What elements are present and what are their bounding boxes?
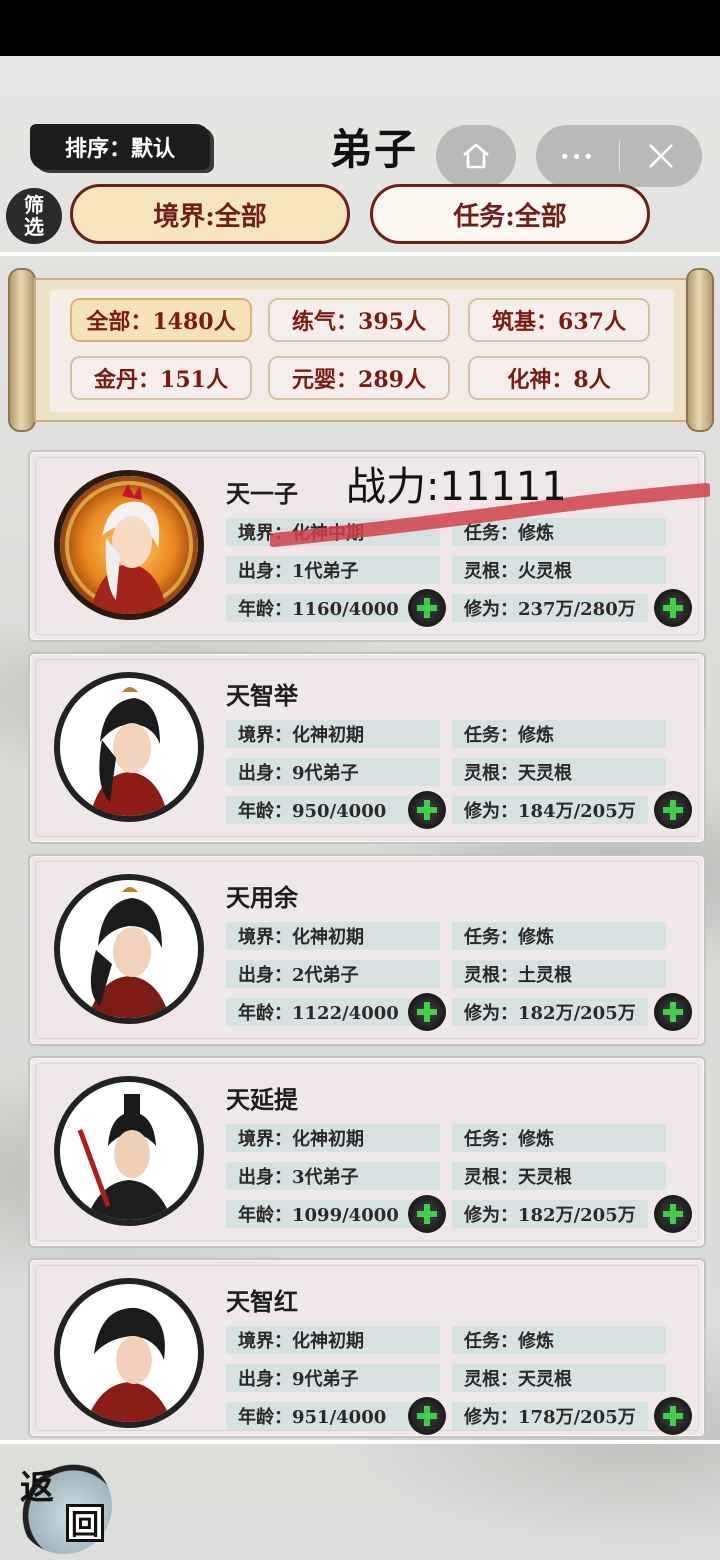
- age-field: 年龄：1160/4000: [226, 594, 412, 622]
- spirit-root-field: 灵根：土灵根: [452, 960, 666, 988]
- origin-field: 出身：1代弟子: [226, 556, 440, 584]
- home-icon: [463, 143, 489, 169]
- disciple-avatar: [54, 672, 204, 822]
- disciple-avatar: [54, 470, 204, 620]
- disciple-card[interactable]: 天智举 境界：化神初期 任务：修炼 出身：9代弟子 灵根：天灵根 年龄：950/…: [28, 652, 706, 844]
- plus-icon: [663, 1204, 683, 1224]
- cultivation-add-button[interactable]: [654, 791, 692, 829]
- stat-huashen[interactable]: 化神：8人: [468, 356, 650, 400]
- age-field: 年龄：1099/4000: [226, 1200, 412, 1228]
- scroll-rod-right: [686, 268, 714, 432]
- filter-label-bottom: 选: [24, 215, 44, 239]
- close-button[interactable]: [620, 141, 702, 171]
- task-field: 任务：修炼: [452, 1124, 666, 1152]
- task-field: 任务：修炼: [452, 720, 666, 748]
- realm-stats-scroll: 全部：1480人 练气：395人 筑基：637人 金丹：151人 元婴：289人…: [8, 268, 714, 432]
- cultivation-add-button[interactable]: [654, 1195, 692, 1233]
- filter-button[interactable]: 筛 选: [6, 188, 62, 244]
- scroll-paper: 全部：1480人 练气：395人 筑基：637人 金丹：151人 元婴：289人…: [34, 278, 688, 422]
- plus-icon: [417, 1406, 437, 1426]
- disciple-avatar: [54, 1278, 204, 1428]
- plus-icon: [417, 1002, 437, 1022]
- back-button[interactable]: 返 回: [16, 1458, 112, 1554]
- age-add-button[interactable]: [408, 1195, 446, 1233]
- realm-field: 境界：化神初期: [226, 1124, 440, 1152]
- cultivation-add-button[interactable]: [654, 589, 692, 627]
- close-icon: [648, 144, 673, 168]
- cultivation-field: 修为：178万/205万: [452, 1402, 648, 1430]
- age-field: 年龄：951/4000: [226, 1402, 412, 1430]
- disciple-card[interactable]: 天延提 境界：化神初期 任务：修炼 出身：3代弟子 灵根：天灵根 年龄：1099…: [28, 1056, 706, 1248]
- cultivation-add-button[interactable]: [654, 993, 692, 1031]
- stat-all[interactable]: 全部：1480人: [70, 298, 252, 342]
- plus-icon: [663, 1002, 683, 1022]
- back-label-bottom: 回: [66, 1504, 104, 1542]
- age-field: 年龄：950/4000: [226, 796, 412, 824]
- cultivation-field: 修为：182万/205万: [452, 1200, 648, 1228]
- cultivation-field: 修为：237万/280万: [452, 594, 648, 622]
- origin-field: 出身：2代弟子: [226, 960, 440, 988]
- cultivation-field: 修为：184万/205万: [452, 796, 648, 824]
- miniapp-capsule: ···: [536, 125, 702, 187]
- spirit-root-field: 灵根：天灵根: [452, 1364, 666, 1392]
- plus-icon: [417, 800, 437, 820]
- spirit-root-field: 灵根：火灵根: [452, 556, 666, 584]
- plus-icon: [663, 598, 683, 618]
- footer-divider: [0, 1440, 720, 1444]
- realm-filter-button[interactable]: 境界:全部: [70, 184, 350, 244]
- combat-power-label: 战力:11111: [346, 464, 567, 510]
- plus-icon: [417, 1204, 437, 1224]
- back-label-top: 返: [20, 1468, 54, 1508]
- age-add-button[interactable]: [408, 791, 446, 829]
- origin-field: 出身：9代弟子: [226, 758, 440, 786]
- task-field: 任务：修炼: [452, 922, 666, 950]
- more-menu-button[interactable]: ···: [537, 140, 619, 173]
- sort-button[interactable]: 排序：默认: [30, 124, 210, 170]
- header-divider: [0, 252, 720, 256]
- disciple-name: 天延提: [226, 1085, 298, 1114]
- spirit-root-field: 灵根：天灵根: [452, 758, 666, 786]
- cultivation-field: 修为：182万/205万: [452, 998, 648, 1026]
- cultivation-add-button[interactable]: [654, 1397, 692, 1435]
- stat-jindan[interactable]: 金丹：151人: [70, 356, 252, 400]
- stat-zhuji[interactable]: 筑基：637人: [468, 298, 650, 342]
- disciple-name: 天用余: [226, 883, 298, 912]
- status-bar: [0, 0, 720, 56]
- disciple-card[interactable]: 天智红 境界：化神初期 任务：修炼 出身：9代弟子 灵根：天灵根 年龄：951/…: [28, 1258, 706, 1438]
- task-field: 任务：修炼: [452, 1326, 666, 1354]
- age-field: 年龄：1122/4000: [226, 998, 412, 1026]
- disciple-avatar: [54, 874, 204, 1024]
- plus-icon: [663, 1406, 683, 1426]
- realm-field: 境界：化神初期: [226, 720, 440, 748]
- age-add-button[interactable]: [408, 1397, 446, 1435]
- page-title: 弟子: [330, 124, 419, 174]
- disciple-card[interactable]: 天用余 境界：化神初期 任务：修炼 出身：2代弟子 灵根：土灵根 年龄：1122…: [28, 854, 706, 1046]
- origin-field: 出身：3代弟子: [226, 1162, 440, 1190]
- age-add-button[interactable]: [408, 993, 446, 1031]
- disciple-name: 天智红: [226, 1287, 298, 1316]
- realm-field: 境界：化神初期: [226, 1326, 440, 1354]
- scroll-rod-left: [8, 268, 36, 432]
- plus-icon: [663, 800, 683, 820]
- home-button[interactable]: [436, 125, 516, 187]
- filter-label-top: 筛: [24, 193, 44, 217]
- plus-icon: [417, 598, 437, 618]
- origin-field: 出身：9代弟子: [226, 1364, 440, 1392]
- stat-lianqi[interactable]: 练气：395人: [268, 298, 450, 342]
- spirit-root-field: 灵根：天灵根: [452, 1162, 666, 1190]
- task-filter-button[interactable]: 任务:全部: [370, 184, 650, 244]
- realm-field: 境界：化神初期: [226, 922, 440, 950]
- disciple-avatar: [54, 1076, 204, 1226]
- stat-yuanying[interactable]: 元婴：289人: [268, 356, 450, 400]
- scroll-inner: 全部：1480人 练气：395人 筑基：637人 金丹：151人 元婴：289人…: [50, 290, 674, 412]
- age-add-button[interactable]: [408, 589, 446, 627]
- disciple-name: 天智举: [226, 681, 298, 710]
